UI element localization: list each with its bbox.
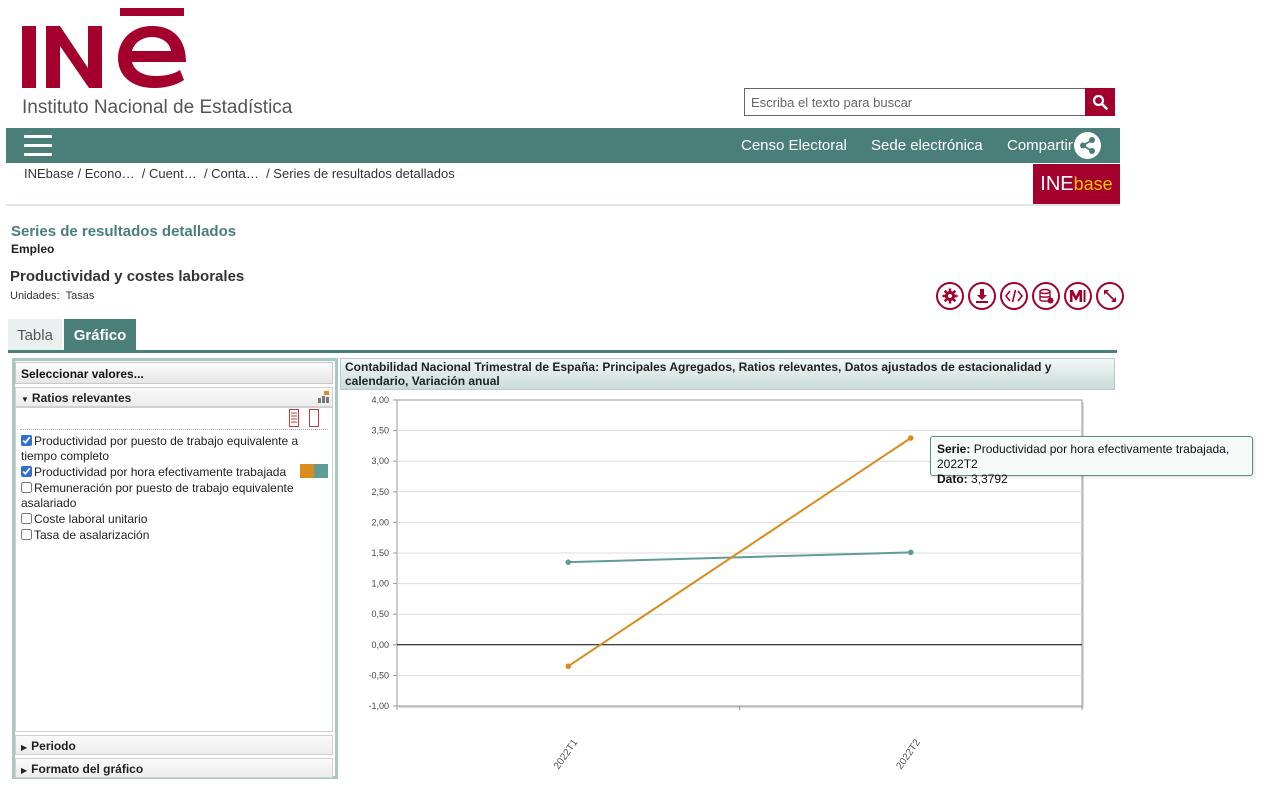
caret-right-icon: ▶: [21, 743, 28, 752]
divider: [6, 204, 1120, 206]
checkbox-coste-laboral[interactable]: [21, 513, 32, 524]
caret-right-icon: ▶: [21, 766, 28, 775]
y-tick-label: 3,50: [371, 426, 389, 436]
checkbox-productividad-hora[interactable]: [21, 466, 32, 477]
data-point: [907, 549, 914, 556]
chart-title: Contabilidad Nacional Trimestral de Espa…: [340, 358, 1115, 390]
list-item[interactable]: Tasa de asalarización: [21, 528, 149, 543]
data-point: [565, 663, 572, 670]
y-tick-label: -1,00: [368, 701, 389, 711]
ine-logo[interactable]: [22, 6, 192, 95]
ratios-accordion-header[interactable]: ▼ Ratios relevantes: [15, 387, 333, 407]
inebase-logo[interactable]: INE base: [1033, 164, 1120, 204]
x-tick-label: 2022T1: [552, 737, 581, 771]
breadcrumb-contabilidad[interactable]: / Conta…: [197, 166, 259, 181]
page-title: Series de resultados detallados: [11, 223, 237, 240]
search-box: [744, 88, 1115, 116]
share-icon[interactable]: [1074, 132, 1101, 159]
database-icon[interactable]: [1032, 282, 1060, 310]
tab-grafico[interactable]: Gráfico: [64, 319, 136, 351]
y-tick-label: 0,00: [371, 640, 389, 650]
breadcrumb-cuentas[interactable]: / Cuent…: [135, 166, 197, 181]
nav-sede-electronica[interactable]: Sede electrónica: [871, 137, 983, 154]
settings-icon[interactable]: [936, 282, 964, 310]
section-title: Productividad y costes laborales: [10, 268, 245, 285]
checkbox-productividad-puesto[interactable]: [21, 435, 32, 446]
y-tick-label: 1,00: [371, 579, 389, 589]
tab-tabla[interactable]: Tabla: [8, 319, 62, 351]
breadcrumb: INEbase / Econo… / Cuent… / Conta… / Ser…: [24, 166, 455, 181]
page-subtitle: Empleo: [11, 242, 55, 256]
download-icon[interactable]: [968, 282, 996, 310]
list-item[interactable]: Productividad por hora efectivamente tra…: [21, 465, 301, 480]
deselect-all-icon[interactable]: [309, 409, 319, 427]
y-tick-label: 2,00: [371, 517, 389, 527]
y-tick-label: 0,50: [371, 609, 389, 619]
metadata-icon[interactable]: [1064, 282, 1092, 310]
breadcrumb-inebase[interactable]: INEbase: [24, 166, 74, 181]
breadcrumb-economia[interactable]: / Econo…: [74, 166, 134, 181]
x-tick-label: 2022T2: [894, 737, 923, 771]
formato-accordion-header[interactable]: ▶ Formato del gráfico: [15, 758, 333, 778]
breadcrumb-current: / Series de resultados detallados: [258, 166, 455, 181]
caret-down-icon: ▼: [21, 395, 29, 404]
divider: [20, 429, 328, 430]
y-tick-label: 4,00: [371, 395, 389, 405]
y-tick-label: -0,50: [368, 670, 389, 680]
toolbar: [936, 282, 1124, 310]
tab-underline: [8, 350, 1117, 353]
units-label: Unidades: Tasas: [10, 290, 95, 302]
nav-censo-electoral[interactable]: Censo Electoral: [741, 137, 847, 154]
y-tick-label: 1,50: [371, 548, 389, 558]
y-tick-label: 3,00: [371, 456, 389, 466]
select-values-header: Seleccionar valores...: [15, 362, 333, 384]
chart-tooltip: Serie: Productividad por hora efectivame…: [930, 436, 1253, 486]
y-tick-label: 2,50: [371, 487, 389, 497]
list-item[interactable]: Remuneración por puesto de trabajo equiv…: [21, 481, 301, 511]
main-navbar: Censo Electoral Sede electrónica Compart…: [6, 128, 1120, 163]
checkbox-remuneracion[interactable]: [21, 482, 32, 493]
search-button[interactable]: [1085, 88, 1115, 116]
menu-icon[interactable]: [24, 135, 52, 157]
series-color-swatch[interactable]: [300, 464, 328, 478]
list-item[interactable]: Productividad por puesto de trabajo equi…: [21, 434, 326, 464]
list-item[interactable]: Coste laboral unitario: [21, 512, 147, 527]
data-point: [907, 435, 914, 441]
data-point: [565, 559, 572, 565]
logo-subtitle: Instituto Nacional de Estadística: [22, 97, 293, 118]
hierarchy-icon[interactable]: [318, 390, 329, 403]
checkbox-tasa-asalarizacion[interactable]: [21, 529, 32, 540]
select-all-icon[interactable]: [289, 409, 299, 427]
search-input[interactable]: [745, 89, 1085, 115]
periodo-accordion-header[interactable]: ▶ Periodo: [15, 735, 333, 755]
search-icon: [1092, 94, 1108, 110]
ine-logo-mark: [22, 8, 186, 88]
expand-icon[interactable]: [1096, 282, 1124, 310]
embed-icon[interactable]: [1000, 282, 1028, 310]
nav-compartir[interactable]: Compartir: [1007, 137, 1073, 154]
